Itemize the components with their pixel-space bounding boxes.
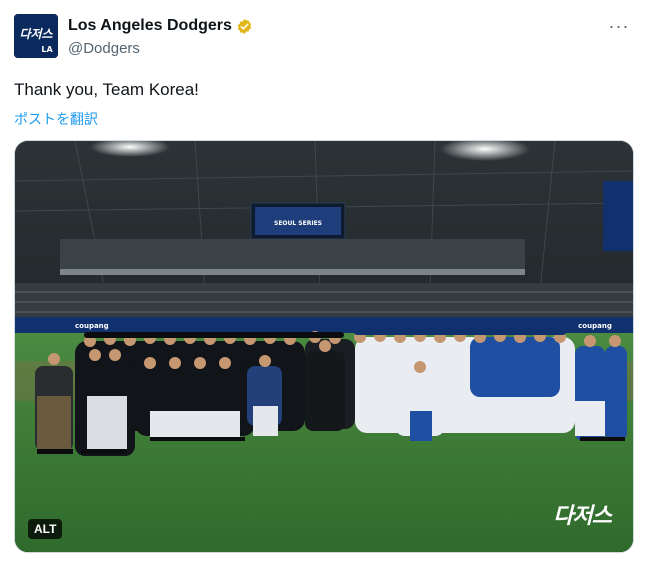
tweet-header: 다저스 LA Los Angeles Dodgers @Dodgers ···	[14, 14, 631, 62]
alt-text-button[interactable]: ALT	[28, 519, 63, 539]
svg-text:coupang: coupang	[578, 322, 612, 330]
dodgers-watermark: 다저스	[553, 503, 612, 528]
display-name[interactable]: Los Angeles Dodgers	[68, 17, 232, 35]
account-handle[interactable]: @Dodgers	[68, 40, 253, 57]
svg-text:다저스: 다저스	[19, 27, 53, 41]
svg-text:coupang: coupang	[75, 322, 109, 330]
tweet-photo[interactable]: SEOUL SERIES coupang coupang 다저스	[14, 140, 634, 553]
tweet-card: 다저스 LA Los Angeles Dodgers @Dodgers ··· …	[0, 0, 645, 568]
team-photo-image: SEOUL SERIES coupang coupang	[15, 141, 633, 552]
svg-text:LA: LA	[41, 45, 53, 54]
avatar[interactable]: 다저스 LA	[14, 14, 58, 58]
tweet-text: Thank you, Team Korea!	[14, 80, 199, 99]
translate-post-link[interactable]: ポストを翻訳	[14, 109, 98, 129]
account-names: Los Angeles Dodgers @Dodgers	[68, 14, 253, 57]
more-options-icon[interactable]: ···	[607, 16, 631, 36]
verified-badge-icon[interactable]	[236, 18, 253, 35]
dodgers-logo-icon: 다저스 LA	[14, 14, 58, 58]
svg-text:SEOUL SERIES: SEOUL SERIES	[274, 220, 322, 227]
